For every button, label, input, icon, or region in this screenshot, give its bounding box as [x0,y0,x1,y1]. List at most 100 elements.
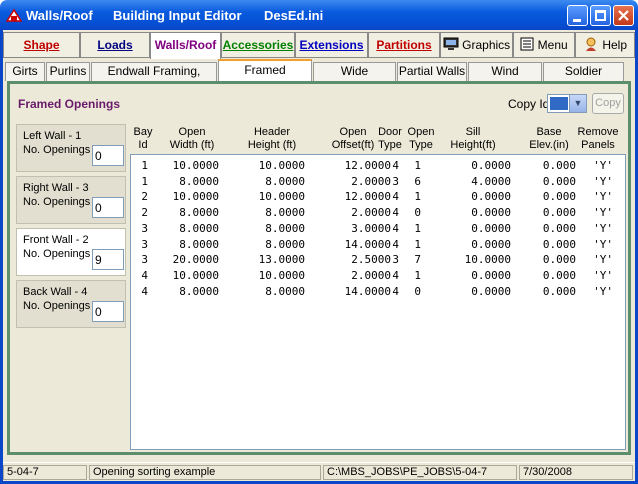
table-cell: 3.0000 [351,221,391,235]
table-cell: 8.0000 [265,237,305,251]
table-cell: 0.000 [542,237,576,251]
menu-icon [520,37,534,51]
tab-extensions[interactable]: Extensions [295,32,368,58]
table-cell: 1 [414,190,421,204]
tab-walls-roof[interactable]: Walls/Roof [150,32,221,59]
subtab-soldier-column[interactable]: Soldier Column [543,62,624,95]
table-cell: 6 [414,174,421,188]
tab-loads[interactable]: Loads [80,32,150,58]
tab-partitions-label: Partitions [376,38,432,52]
column-header-line1: Open [178,126,206,138]
table-row[interactable]: 3 8.0000 8.0000 3.0000 4 1 0.0000 0.000 'Y' [131,221,625,237]
table-cell: 2.0000 [351,174,391,188]
table-cell: 'Y' [593,237,613,251]
subtab-endwall-framing[interactable]: Endwall Framing, Panels [91,62,217,95]
table-cell: 0.0000 [471,237,511,251]
left-wall-box[interactable]: Left Wall - 1 No. Openings 0 [16,124,126,172]
table-cell: 3 [141,237,148,251]
close-icon [618,10,629,21]
table-cell: 0.0000 [471,190,511,204]
table-cell: 0.000 [542,190,576,204]
table-row[interactable]: 1 10.0000 10.0000 12.0000 4 1 0.0000 0.000 'Y' [131,158,625,174]
table-cell: 3 [392,253,399,267]
subtab-wide-openings[interactable]: Wide Openings [313,62,396,95]
table-row[interactable]: 4 8.0000 8.0000 14.0000 4 0 0.0000 0.000 'Y' [131,284,625,300]
copy-button[interactable]: Copy [592,93,624,114]
subtab-wind-framing[interactable]: Wind Framing [468,62,542,95]
table-cell: 1 [414,221,421,235]
status-job: 5-04-7 [3,465,87,480]
menu-button[interactable]: Menu [513,32,575,58]
panel-title: Framed Openings [18,97,121,111]
table-row[interactable]: 3 20.0000 13.0000 2.5000 3 7 10.0000 0.000 'Y' [131,252,625,268]
tab-partitions[interactable]: Partitions [368,32,440,58]
table-cell: 0.0000 [471,159,511,172]
status-date: 7/30/2008 [519,465,633,480]
column-header-line2: Height (ft) [247,139,297,151]
front-wall-box[interactable]: Front Wall - 2 No. Openings 9 [16,228,126,276]
table-cell: 14.0000 [344,284,391,298]
help-button[interactable]: Help [575,32,635,58]
table-cell: 0.000 [542,253,576,267]
tab-shape-label: Shape [23,38,60,52]
tab-accessories[interactable]: Accessories [221,32,295,58]
table-cell: 10.0000 [258,190,305,204]
table-cell: 8.0000 [265,221,305,235]
framed-openings-panel: Framed Openings Copy Id ▼ Copy Left Wall… [7,81,631,455]
file-name: DesEd.ini [264,8,324,23]
front-wall-openings-input[interactable]: 9 [92,249,124,270]
subtab-purlins[interactable]: Purlins [46,62,90,81]
table-cell: 1 [141,159,148,172]
table-row[interactable]: 1 8.0000 8.0000 2.0000 3 6 4.0000 0.000 'Y' [131,174,625,190]
graphics-label: Graphics [462,38,511,52]
chevron-down-icon[interactable]: ▼ [569,95,586,112]
back-wall-box[interactable]: Back Wall - 4 No. Openings 0 [16,280,126,328]
table-cell: 0.000 [542,284,576,298]
front-wall-label: Front Wall - 2 [23,234,89,246]
table-cell: 3 [392,174,399,188]
table-cell: 'Y' [593,221,613,235]
table-cell: 3 [141,221,148,235]
close-button[interactable] [613,5,634,26]
table-cell: 4.0000 [471,174,511,188]
table-row[interactable]: 3 8.0000 8.0000 14.0000 4 1 0.0000 0.000 'Y' [131,237,625,253]
status-path: C:\MBS_JOBS\PE_JOBS\5-04-7 [323,465,517,480]
minimize-button[interactable] [567,5,588,26]
table-cell: 4 [392,159,399,172]
tab-accessories-label: Accessories [222,38,294,52]
table-cell: 8.0000 [179,284,219,298]
table-row[interactable]: 4 10.0000 10.0000 2.0000 4 1 0.0000 0.000 'Y' [131,268,625,284]
table-cell: 8.0000 [265,284,305,298]
table-cell: 2.0000 [351,206,391,220]
tab-shape[interactable]: Shape [3,32,80,58]
table-cell: 'Y' [593,174,613,188]
openings-grid[interactable]: 1 10.0000 10.0000 12.0000 4 1 0.0000 0.000 'Y' 1 8… [130,154,626,450]
table-cell: 4 [392,206,399,220]
column-header: Sill Height(ft) [440,126,506,152]
table-cell: 8.0000 [265,206,305,220]
table-cell: 12.0000 [344,190,391,204]
right-wall-openings-input[interactable]: 0 [92,197,124,218]
left-wall-openings-input[interactable]: 0 [92,145,124,166]
table-cell: 'Y' [593,268,613,282]
back-wall-openings-input[interactable]: 0 [92,301,124,322]
graphics-button[interactable]: Graphics [440,32,513,58]
column-header-line1: Open [407,126,435,138]
column-header-line1: Header [253,126,291,138]
help-icon [585,37,596,51]
subtab-framed-openings[interactable]: Framed Openings [218,59,312,96]
back-wall-label: Back Wall - 4 [23,286,88,298]
table-cell: 8.0000 [179,206,219,220]
table-cell: 'Y' [593,159,613,172]
table-cell: 0.000 [542,174,576,188]
table-cell: 1 [414,237,421,251]
column-header-line2: Type [378,139,402,151]
maximize-button[interactable] [590,5,611,26]
copy-id-select[interactable]: ▼ [547,94,587,113]
table-row[interactable]: 2 8.0000 8.0000 2.0000 4 0 0.0000 0.000 'Y' [131,205,625,221]
menu-label: Menu [537,38,568,52]
table-row[interactable]: 2 10.0000 10.0000 12.0000 4 1 0.0000 0.000 'Y' [131,189,625,205]
right-wall-box[interactable]: Right Wall - 3 No. Openings 0 [16,176,126,224]
subtab-girts[interactable]: Girts [5,62,45,81]
subtab-partial-walls[interactable]: Partial Walls [397,62,467,81]
